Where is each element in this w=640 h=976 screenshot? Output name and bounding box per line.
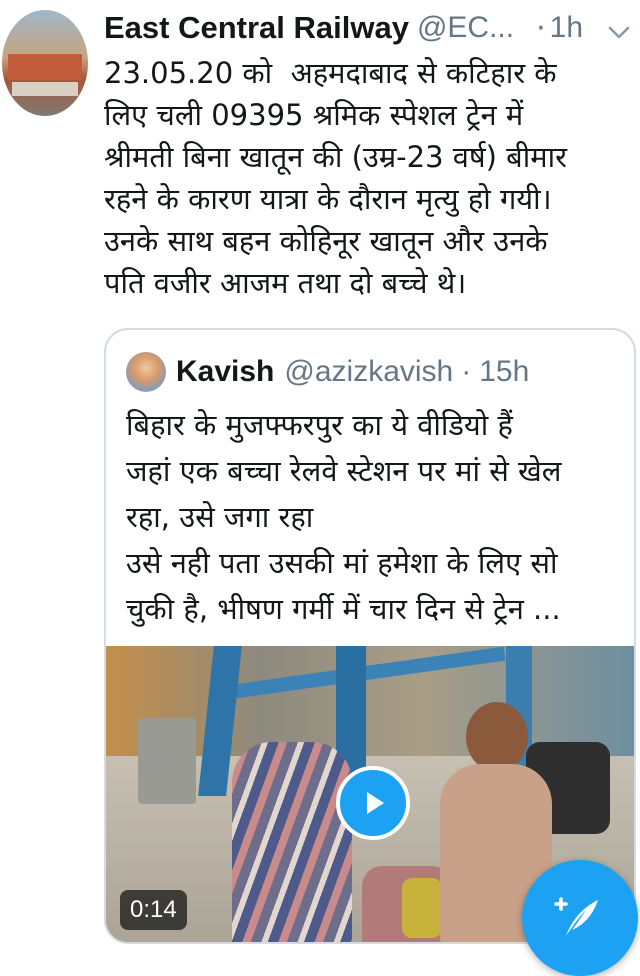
quoted-tweet-card[interactable]: Kavish @azizkavish · 15h बिहार के मुजफ्फ… — [104, 328, 636, 944]
play-button[interactable] — [336, 766, 410, 840]
avatar-building-base — [12, 82, 78, 96]
video-blanket — [232, 742, 352, 942]
quoted-tweet-time[interactable]: 15h — [479, 355, 529, 389]
compose-tweet-button[interactable] — [522, 860, 638, 976]
author-handle[interactable]: @EC... — [417, 11, 514, 45]
separator-dot: · — [536, 10, 546, 46]
quoted-author-handle[interactable]: @azizkavish — [284, 355, 453, 389]
video-dustbin — [138, 718, 196, 804]
video-duration: 0:14 — [120, 890, 187, 930]
compose-tweet-icon — [554, 897, 598, 936]
video-child-head — [466, 702, 528, 772]
quoted-separator-dot: · — [461, 355, 472, 388]
tweet-time[interactable]: 1h — [550, 11, 583, 45]
chevron-down-icon[interactable] — [604, 18, 634, 48]
play-icon — [367, 792, 384, 814]
quoted-tweet-header: Kavish @azizkavish · 15h — [126, 350, 529, 394]
tweet-text: 23.05.20 को अहमदाबाद से कटिहार के लिए चल… — [104, 56, 567, 300]
tweet-header: East Central Railway @EC... · 1h — [104, 6, 634, 50]
author-name[interactable]: East Central Railway — [104, 10, 409, 46]
quoted-author-avatar[interactable] — [126, 352, 166, 392]
avatar-building-roof — [8, 54, 82, 80]
author-avatar[interactable] — [2, 10, 88, 116]
quoted-author-name[interactable]: Kavish — [176, 355, 274, 389]
quoted-tweet-text: बिहार के मुजफ्फरपुर का ये वीडियो हैं जहा… — [126, 408, 562, 626]
